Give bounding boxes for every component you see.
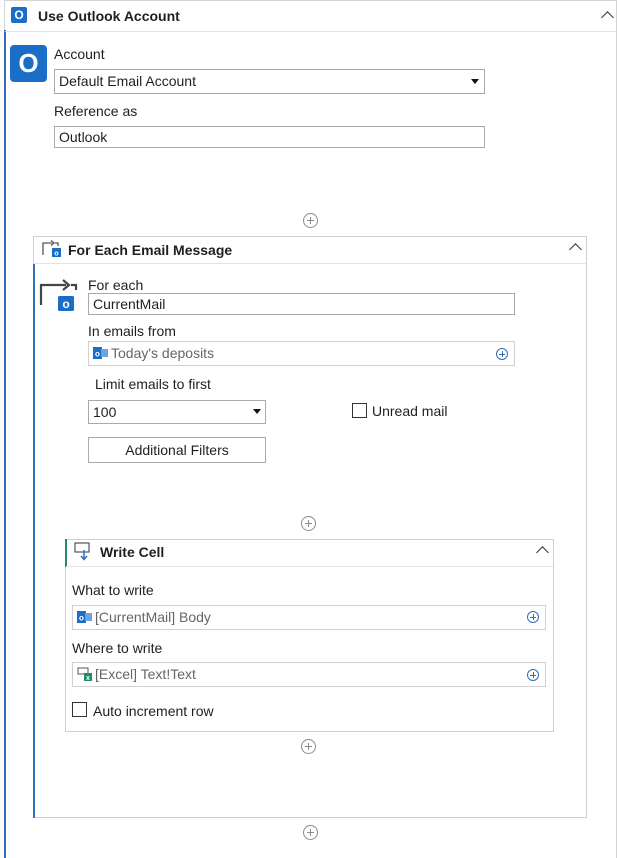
reference-input-value: Outlook (59, 129, 108, 145)
insert-variable-icon[interactable] (527, 669, 539, 681)
foreach-loop-icon: o (39, 279, 78, 311)
account-select-value: Default Email Account (59, 73, 196, 89)
where-to-write-label: Where to write (72, 640, 163, 656)
unread-mail-label: Unread mail (372, 403, 448, 419)
outlook-folder-icon: o (93, 346, 108, 359)
account-select[interactable]: Default Email Account (54, 69, 485, 94)
emails-from-value: Today's deposits (111, 345, 215, 361)
what-to-write-input[interactable]: o [CurrentMail] Body (72, 605, 546, 630)
outlook-logo-icon: O (10, 45, 47, 82)
for-each-label: For each (88, 277, 144, 293)
outlook-variable-icon: o (77, 610, 92, 623)
what-to-write-value: [CurrentMail] Body (95, 609, 211, 625)
auto-increment-checkbox[interactable] (72, 702, 87, 717)
svg-text:o: o (95, 349, 100, 358)
for-each-input-value: CurrentMail (93, 296, 166, 312)
svg-text:o: o (54, 251, 58, 258)
svg-text:x: x (86, 675, 90, 681)
add-action-icon[interactable] (303, 213, 318, 228)
reference-input[interactable]: Outlook (54, 126, 485, 148)
limit-label: Limit emails to first (95, 376, 211, 392)
reference-label: Reference as (54, 103, 138, 119)
where-to-write-value: [Excel] Text!Text (95, 666, 196, 682)
outlook-block-title: Use Outlook Account (38, 8, 180, 24)
unread-mail-checkbox[interactable] (352, 403, 367, 418)
emails-from-label: In emails from (88, 323, 176, 339)
outlook-block-accent (4, 30, 6, 858)
write-cell-title: Write Cell (100, 544, 165, 560)
foreach-block-title: For Each Email Message (68, 242, 233, 258)
additional-filters-button[interactable]: Additional Filters (88, 437, 266, 463)
emails-from-input[interactable]: o Today's deposits (88, 341, 515, 366)
add-action-icon[interactable] (301, 516, 316, 531)
what-to-write-label: What to write (72, 582, 154, 598)
additional-filters-label: Additional Filters (125, 442, 229, 458)
dropdown-caret-icon (471, 79, 479, 84)
add-action-icon[interactable] (301, 739, 316, 754)
account-label: Account (54, 46, 105, 62)
excel-variable-icon: x (77, 667, 92, 682)
insert-variable-icon[interactable] (527, 611, 539, 623)
outlook-header-icon: O (11, 7, 27, 23)
svg-text:o: o (62, 297, 69, 311)
loop-icon: o (42, 240, 61, 258)
add-action-icon[interactable] (303, 825, 318, 840)
svg-text:o: o (79, 613, 84, 622)
insert-variable-icon[interactable] (496, 348, 508, 360)
for-each-input[interactable]: CurrentMail (88, 293, 515, 315)
dropdown-caret-icon (253, 409, 261, 414)
limit-select-value: 100 (93, 404, 117, 420)
where-to-write-input[interactable]: x [Excel] Text!Text (72, 662, 546, 687)
write-cell-icon (74, 542, 90, 561)
foreach-block-accent (33, 264, 35, 818)
auto-increment-label: Auto increment row (93, 703, 214, 719)
limit-select[interactable]: 100 (88, 400, 266, 424)
